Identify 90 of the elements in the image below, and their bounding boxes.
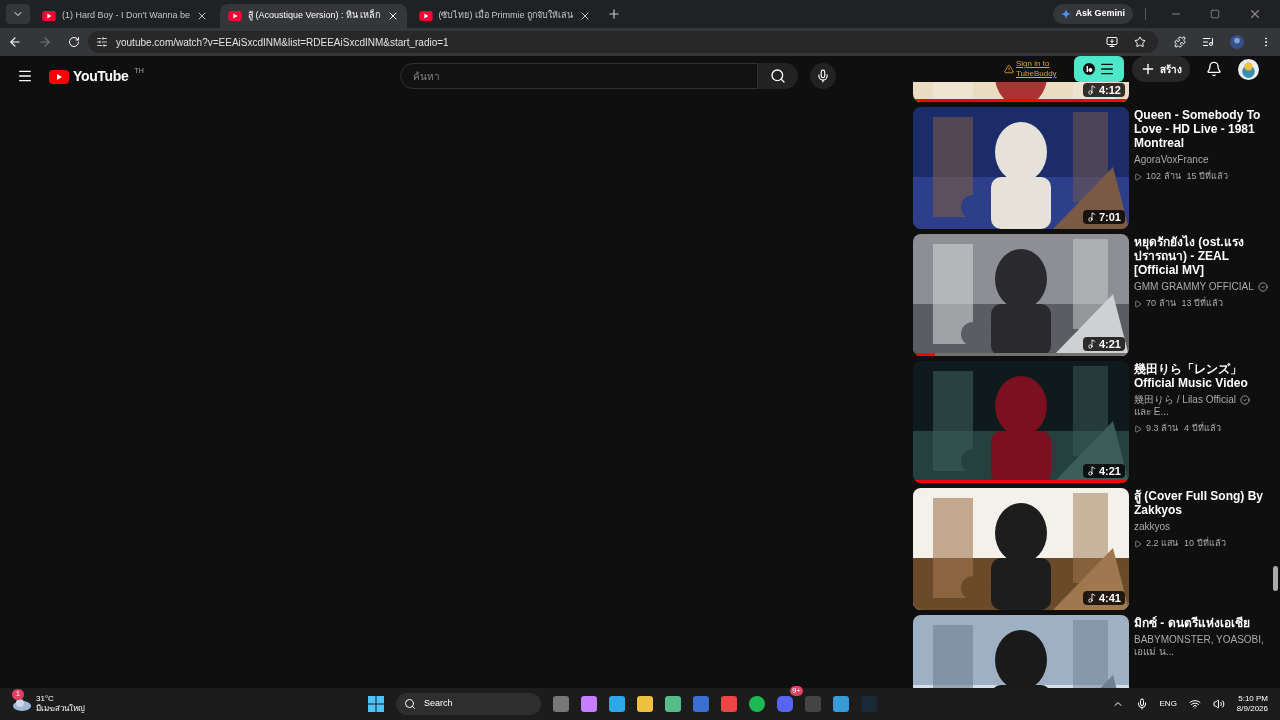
taskbar-search[interactable]: Search xyxy=(396,693,541,715)
network-icon[interactable] xyxy=(1188,698,1201,710)
warning-icon xyxy=(1004,64,1014,74)
video-title[interactable]: หยุดรักยังไง (ost.แรงปรารถนา) - ZEAL [Official MV] xyxy=(1134,235,1274,277)
microphone-icon[interactable] xyxy=(1135,698,1148,710)
music-note-icon xyxy=(1086,466,1097,476)
upload-age: 10 ปีที่แล้ว xyxy=(1184,537,1226,550)
taskbar-app-icon[interactable] xyxy=(749,696,765,712)
sparkle-icon xyxy=(1061,9,1072,19)
channel-name[interactable]: BABYMONSTER, YOASOBI, เอแม่ น... xyxy=(1134,634,1274,658)
upload-age: 4 ปีที่แล้ว xyxy=(1184,422,1221,435)
browser-tab[interactable]: สู้ (Acoustique Version) : หิน เหล็ก xyxy=(219,4,407,28)
browser-tab[interactable]: (ซับไทย) เมื่อ Primmie ถูกจับให้เล่น xyxy=(410,4,599,28)
video-title[interactable]: Queen - Somebody To Love - HD Live - 1981 Montreal xyxy=(1134,108,1274,150)
tubebuddy-sign-in-link[interactable]: Sign in to TubeBuddy xyxy=(1016,59,1066,79)
menu-icon xyxy=(1099,61,1115,77)
clock-time[interactable]: 5:10 PM xyxy=(1238,694,1268,704)
duration-badge: 4:41 xyxy=(1082,591,1125,605)
bookmark-star-icon[interactable] xyxy=(1134,36,1146,48)
channel-name[interactable]: AgoraVoxFrance xyxy=(1134,154,1209,166)
music-note-icon xyxy=(1086,593,1097,603)
duration-badge: 4:12 xyxy=(1082,83,1125,97)
extensions-icon[interactable] xyxy=(1174,36,1186,48)
back-icon[interactable] xyxy=(8,35,22,49)
search-button[interactable] xyxy=(757,63,798,89)
video-site-icon xyxy=(42,11,56,21)
channel-avatar-icon[interactable] xyxy=(1238,58,1259,80)
reload-icon[interactable] xyxy=(68,36,80,48)
volume-icon[interactable] xyxy=(1212,698,1225,710)
microphone-icon xyxy=(815,69,830,83)
close-window-icon[interactable] xyxy=(1248,7,1262,21)
play-icon xyxy=(1134,539,1142,548)
input-language[interactable]: ENG xyxy=(1159,698,1177,710)
play-icon xyxy=(1134,299,1142,308)
media-controls-icon[interactable] xyxy=(1202,36,1214,48)
view-count: 9.3 ล้าน xyxy=(1146,422,1178,435)
menu-icon[interactable] xyxy=(17,68,33,84)
install-app-icon[interactable] xyxy=(1106,36,1118,48)
voice-search-button[interactable] xyxy=(809,63,836,89)
tab-list-button[interactable] xyxy=(6,4,30,24)
weather-description: มีเมฆส่วนใหญ่ xyxy=(36,704,85,714)
video-site-icon xyxy=(418,11,433,21)
start-icon[interactable] xyxy=(368,696,384,712)
forward-icon[interactable] xyxy=(38,35,52,49)
tubebuddy-logo-icon xyxy=(1083,63,1095,75)
new-tab-icon[interactable] xyxy=(607,7,621,21)
tubebuddy-button[interactable] xyxy=(1074,56,1124,82)
duration-badge: 4:21 xyxy=(1082,337,1125,351)
duration-badge: 4:21 xyxy=(1082,464,1125,478)
video-title[interactable]: สู้ (Cover Full Song) By Zakkyos xyxy=(1134,489,1274,517)
video-site-icon xyxy=(227,11,242,21)
temperature: 31°C xyxy=(36,694,55,704)
duration-badge: 7:01 xyxy=(1082,210,1125,224)
browser-tab[interactable]: (1) Hard Boy - I Don't Wanna be xyxy=(34,4,216,28)
restore-icon[interactable] xyxy=(1210,9,1220,19)
profile-avatar-icon[interactable] xyxy=(1230,35,1244,49)
notification-badge: 9+ xyxy=(789,686,803,696)
discord-icon[interactable] xyxy=(777,696,793,712)
clock-date[interactable]: 8/9/2026 xyxy=(1236,704,1268,714)
search-icon xyxy=(769,68,786,84)
music-note-icon xyxy=(1086,339,1097,349)
create-button[interactable]: สร้าง xyxy=(1132,56,1190,82)
view-count: 2.2 แสน xyxy=(1146,537,1178,550)
notifications-icon[interactable] xyxy=(1206,61,1222,77)
site-info-icon xyxy=(96,36,108,48)
view-count: 70 ล้าน xyxy=(1146,297,1176,310)
play-icon xyxy=(1134,172,1142,181)
address-bar[interactable]: youtube.com/watch?v=EEAiSxcdINM&list=RDEEAiSxcdINM&start_radio=1 xyxy=(88,31,1158,53)
close-icon[interactable] xyxy=(579,10,591,22)
search-field[interactable]: ค้นหา xyxy=(399,63,758,89)
channel-name[interactable]: zakkyos xyxy=(1134,521,1171,533)
channel-name[interactable]: GMM GRAMMY OFFICIAL xyxy=(1134,281,1254,293)
cloud-icon[interactable] xyxy=(12,697,32,711)
upload-age: 13 ปีที่แล้ว xyxy=(1181,297,1224,310)
play-icon xyxy=(1134,424,1142,433)
video-title[interactable]: มิกซ์ - ดนตรีแห่งเอเชีย xyxy=(1134,616,1274,630)
youtube-logo-icon[interactable] xyxy=(49,70,69,84)
music-note-icon xyxy=(1086,212,1097,222)
scrollbar-thumb[interactable] xyxy=(1273,566,1278,591)
channel-suffix: และ E... xyxy=(1134,406,1169,418)
search-icon xyxy=(404,698,416,710)
music-note-icon xyxy=(1086,85,1097,95)
upload-age: 15 ปีที่แล้ว xyxy=(1186,170,1229,183)
view-count: 102 ล้าน xyxy=(1146,170,1181,183)
plus-icon xyxy=(1140,61,1156,77)
channel-name[interactable]: 幾田りら / Lilas Official xyxy=(1134,394,1237,406)
ask-gemini-button[interactable]: Ask Gemini xyxy=(1053,4,1133,24)
video-title[interactable]: 幾田りら「レンズ」Official Music Video xyxy=(1134,362,1274,390)
youtube-wordmark: YouTube xyxy=(73,68,129,84)
url-text: youtube.com/watch?v=EEAiSxcdINM&list=RDEEAiSxcdINM&start_radio=1 xyxy=(116,35,450,50)
